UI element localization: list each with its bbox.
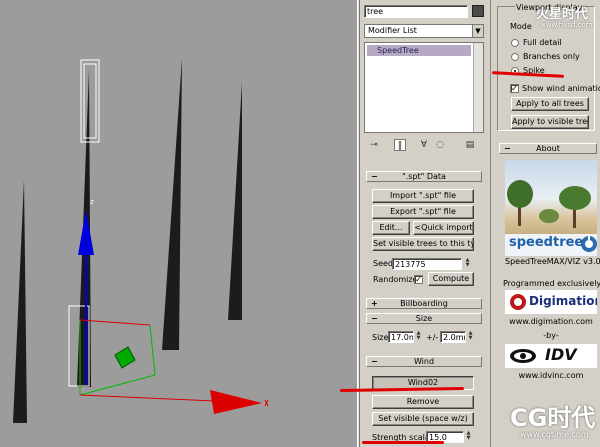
perspective-viewport[interactable]: z <box>0 0 357 447</box>
rollout-spt-data[interactable]: − ".spt" Data <box>366 171 482 182</box>
viewport-scene: z <box>13 58 269 423</box>
expand-icon: + <box>371 299 378 308</box>
variance-input[interactable]: 2.0mr <box>440 331 466 343</box>
rollout-title: About <box>536 144 560 153</box>
programmed-for-label: Programmed exclusively for <box>503 279 600 288</box>
gizmo-z-arrow <box>78 210 94 255</box>
rollout-billboarding[interactable]: + Billboarding <box>366 298 482 309</box>
annotation-underline-strength <box>362 441 444 444</box>
full-detail-label: Full detail <box>523 38 562 47</box>
size-spinner[interactable]: ▲ ▼ <box>415 331 422 342</box>
tree-spike <box>228 82 242 320</box>
export-spt-button[interactable]: Export ".spt" file <box>372 205 474 219</box>
wind-object <box>114 346 136 369</box>
size-label: Size <box>372 333 389 342</box>
pin-stack-icon[interactable]: ⊸ <box>368 139 380 151</box>
quick-import-button[interactable]: <Quick import <box>413 221 474 235</box>
collapse-icon: − <box>371 172 378 181</box>
stack-item-speedtree[interactable]: SpeedTree <box>367 45 471 56</box>
speedtree-banner: speedtree <box>505 160 597 256</box>
seed-label: Seed <box>373 259 393 268</box>
idv-eye-icon <box>510 349 536 363</box>
show-wind-animation-checkbox[interactable]: ✓ <box>510 84 519 93</box>
object-name-field[interactable]: tree <box>364 5 468 18</box>
rollout-title: ".spt" Data <box>402 172 446 181</box>
command-panel: tree Modifier List ▼ SpeedTree ⊸ ‖ ∀ ◌ ▤… <box>360 0 488 447</box>
apply-visible-trees-button[interactable]: Apply to visible trees <box>511 115 589 129</box>
by-label: -by- <box>543 331 559 340</box>
stack-toolbar: ⊸ ‖ ∀ ◌ ▤ <box>364 139 484 151</box>
remove-wind-button[interactable]: Remove <box>372 395 474 409</box>
digimation-icon <box>510 294 526 310</box>
variance-label: +/- <box>426 333 439 342</box>
radio-full-detail[interactable] <box>511 39 519 47</box>
digimation-url[interactable]: www.digimation.com <box>505 317 597 327</box>
edit-button[interactable]: Edit... <box>372 221 410 235</box>
show-wind-animation-label: Show wind animation <box>522 84 600 93</box>
set-visible-trees-button[interactable]: Set visible trees to this type <box>372 237 474 251</box>
tree-spike <box>13 180 27 423</box>
gizmo-z-label: z <box>90 198 94 206</box>
collapse-icon: − <box>504 144 511 153</box>
rollout-wind[interactable]: − Wind <box>366 356 482 367</box>
chevron-down-icon: ▼ <box>472 25 483 37</box>
compute-button[interactable]: Compute <box>428 272 474 286</box>
modifier-stack[interactable]: SpeedTree <box>364 42 484 133</box>
remove-modifier-icon[interactable]: ◌ <box>434 139 446 151</box>
seed-spinner[interactable]: ▲ ▼ <box>464 258 471 269</box>
randomize-label: Randomize <box>373 275 418 284</box>
rollout-title: Wind <box>413 357 435 366</box>
branches-only-label: Branches only <box>523 52 580 61</box>
make-unique-icon[interactable]: ∀ <box>418 139 430 151</box>
watermark-top-url: www.hxsd.com <box>540 21 593 29</box>
collapse-icon: − <box>371 314 378 323</box>
rollout-about[interactable]: − About <box>499 143 597 154</box>
set-visible-wind-button[interactable]: Set visible (space w/z) <box>372 412 474 426</box>
apply-all-trees-button[interactable]: Apply to all trees <box>511 97 589 111</box>
configure-modifier-sets-icon[interactable]: ▤ <box>464 139 476 151</box>
show-end-result-icon[interactable]: ‖ <box>394 139 406 151</box>
digimation-logo-box: Digimation <box>505 290 597 314</box>
speedtree-logo: speedtree <box>509 235 584 250</box>
rollout-title: Billboarding <box>400 299 448 308</box>
gizmo-x-arrow <box>210 390 262 414</box>
speedtree-version: SpeedTreeMAX/VIZ v3.0 <box>505 257 600 266</box>
watermark-bottom-url: www.cgtime.com <box>520 430 589 439</box>
object-color-swatch[interactable] <box>472 5 484 17</box>
right-panel: Viewport display Mode Full detail Branch… <box>490 0 600 447</box>
variance-spinner[interactable]: ▲ ▼ <box>467 331 474 342</box>
modifier-list-dropdown[interactable]: Modifier List ▼ <box>364 24 484 38</box>
randomize-checkbox[interactable]: ✓ <box>414 275 423 284</box>
idv-logo: IDV <box>545 345 577 364</box>
import-spt-button[interactable]: Import ".spt" file <box>372 189 474 203</box>
watermark-bottom-brand: CG时代 <box>510 404 596 432</box>
tree-spike <box>162 58 182 350</box>
size-input[interactable]: 17.0m <box>388 331 414 343</box>
seed-input[interactable]: 213775 <box>392 258 462 270</box>
watermark-top-brand: 火星时代 <box>536 7 589 22</box>
rollout-title: Size <box>415 314 433 323</box>
radio-branches-only[interactable] <box>511 53 519 61</box>
strength-spinner[interactable]: ▲ ▼ <box>465 431 472 442</box>
collapse-icon: − <box>371 357 378 366</box>
modifier-list-label: Modifier List <box>368 26 417 35</box>
idv-logo-box: IDV <box>505 344 597 368</box>
rollout-size[interactable]: − Size <box>366 313 482 324</box>
digimation-logo: Digimation <box>529 294 597 308</box>
idv-url[interactable]: www.idvinc.com <box>505 371 597 381</box>
stack-scrollbar[interactable] <box>473 43 483 132</box>
mode-label: Mode <box>509 22 533 32</box>
